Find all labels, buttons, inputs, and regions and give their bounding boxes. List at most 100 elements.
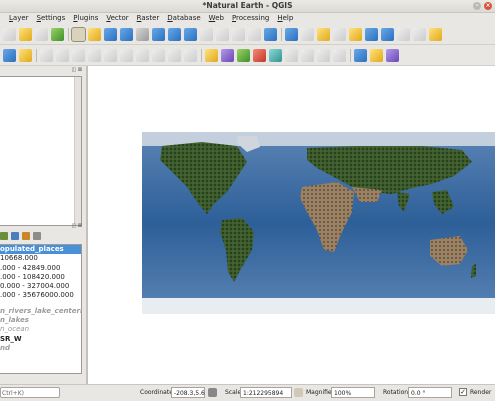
antarctica (142, 298, 495, 314)
plugin-globe-icon[interactable] (354, 48, 367, 62)
zoom-next-icon[interactable] (216, 27, 229, 41)
statusbar: Ctrl+K) Coordinate -208.3,5.6 Scale 1:21… (0, 384, 495, 401)
zoom-out-icon[interactable] (120, 27, 133, 41)
minimize-icon[interactable]: – (473, 2, 481, 10)
manage-map-themes-icon[interactable] (11, 232, 19, 240)
locator-search-input[interactable]: Ctrl+K) (0, 387, 60, 398)
coordinate-field[interactable]: -208.3,5.6 (171, 387, 205, 398)
layer-item-land[interactable]: nd (0, 344, 81, 353)
save-edits-icon[interactable] (40, 48, 53, 62)
expand-all-icon[interactable] (33, 232, 41, 240)
layers-dock-controls[interactable]: ◫ ⊠ (71, 223, 82, 229)
cut-features-icon[interactable] (120, 48, 133, 62)
copy-features-icon[interactable] (136, 48, 149, 62)
legend-class-2[interactable]: .000 - 42849.000 (0, 264, 81, 273)
zoom-native-icon[interactable] (136, 27, 149, 41)
legend-class-4[interactable]: 0.000 - 327004.000 (0, 282, 81, 291)
plugin-icon[interactable] (386, 48, 399, 62)
deselect-icon[interactable] (349, 27, 362, 41)
window-title: *Natural Earth - QGIS (202, 1, 293, 10)
pan-to-selection-icon[interactable] (88, 27, 101, 41)
current-edits-icon[interactable] (3, 48, 16, 62)
print-layout-icon[interactable] (35, 27, 48, 41)
left-dock-panel: ◫ ⊠ ◫ ⊠ opulated_places 10668.000 .000 -… (0, 66, 87, 384)
legend-class-3[interactable]: .000 - 108420.000 (0, 273, 81, 282)
menu-processing[interactable]: Processing (228, 12, 273, 24)
render-checkbox[interactable]: ✓ (459, 388, 467, 396)
action-icon[interactable] (301, 27, 314, 41)
move-feature-icon[interactable] (72, 48, 85, 62)
style-manager-icon[interactable] (51, 27, 64, 41)
menu-layer[interactable]: Layer (5, 12, 33, 24)
magnifier-field[interactable]: 100% (331, 387, 375, 398)
layer-item-raster[interactable]: SR_W (0, 335, 81, 344)
add-group-icon[interactable] (0, 232, 8, 240)
layer-item-rivers[interactable]: n_rivers_lake_centerli... (0, 307, 81, 316)
render-label: Render (470, 389, 492, 396)
new-project-icon[interactable] (3, 27, 16, 41)
new-map-view-icon[interactable] (232, 27, 245, 41)
menu-settings[interactable]: Settings (33, 12, 70, 24)
annotation-icon[interactable] (429, 27, 442, 41)
menu-vector[interactable]: Vector (102, 12, 132, 24)
paste-features-icon[interactable] (152, 48, 165, 62)
identify-icon[interactable] (285, 27, 298, 41)
world-map[interactable] (142, 132, 495, 314)
map-canvas[interactable] (87, 66, 495, 384)
zoom-selection-icon[interactable] (168, 27, 181, 41)
redo-icon[interactable] (184, 48, 197, 62)
zoom-layer-icon[interactable] (184, 27, 197, 41)
pan-hand-icon[interactable] (71, 26, 86, 42)
statistics-sum-icon[interactable] (397, 27, 410, 41)
legend-class-5[interactable]: .000 - 35676000.000 (0, 291, 81, 300)
select-by-expression-icon[interactable] (333, 27, 346, 41)
attribute-table-icon[interactable] (365, 27, 378, 41)
bookmark-icon[interactable] (248, 27, 261, 41)
layer-item-lakes[interactable]: n_lakes (0, 316, 81, 325)
refresh-icon[interactable] (264, 27, 277, 41)
open-project-icon[interactable] (19, 27, 32, 41)
vertex-tool-icon[interactable] (88, 48, 101, 62)
label-options-icon[interactable] (333, 48, 346, 62)
zoom-in-icon[interactable] (104, 27, 117, 41)
processing-toolbox-icon[interactable] (381, 27, 394, 41)
browser-dock-controls[interactable]: ◫ ⊠ (71, 67, 82, 73)
menu-web[interactable]: Web (205, 12, 228, 24)
layer-item-populated-places[interactable]: opulated_places (0, 245, 81, 255)
zoom-last-icon[interactable] (200, 27, 213, 41)
filter-legend-icon[interactable] (22, 232, 30, 240)
undo-icon[interactable] (168, 48, 181, 62)
change-label-icon[interactable] (301, 48, 314, 62)
show-hide-labels-icon[interactable] (253, 48, 266, 62)
browser-scrollbar[interactable] (74, 77, 81, 225)
rotation-field[interactable]: 0.0 ° (408, 387, 452, 398)
measure-icon[interactable] (413, 27, 426, 41)
menu-help[interactable]: Help (273, 12, 297, 24)
diagram-icon[interactable] (317, 48, 330, 62)
mouse-coordinate-icon[interactable] (208, 388, 217, 397)
menu-plugins[interactable]: Plugins (69, 12, 102, 24)
lock-scale-icon[interactable] (294, 388, 303, 397)
select-features-icon[interactable] (317, 27, 330, 41)
label-tool-icon[interactable] (205, 48, 218, 62)
menubar: Layer Settings Plugins Vector Raster Dat… (0, 12, 495, 24)
pin-labels-icon[interactable] (237, 48, 250, 62)
delete-selected-icon[interactable] (104, 48, 117, 62)
layer-item-ocean[interactable]: n_ocean (0, 325, 81, 334)
legend-class-1[interactable]: 10668.000 (0, 254, 81, 263)
python-console-icon[interactable] (370, 48, 383, 62)
menu-raster[interactable]: Raster (133, 12, 164, 24)
browser-panel[interactable] (0, 76, 82, 226)
separator (36, 48, 37, 62)
close-icon[interactable]: × (484, 2, 492, 10)
toggle-editing-icon[interactable] (19, 48, 32, 62)
add-feature-icon[interactable] (56, 48, 69, 62)
zoom-full-icon[interactable] (152, 27, 165, 41)
scale-field[interactable]: 1:212295894 (240, 387, 292, 398)
layers-panel[interactable]: opulated_places 10668.000 .000 - 42849.0… (0, 244, 82, 374)
scale-label: Scale (225, 389, 242, 396)
menu-database[interactable]: Database (163, 12, 204, 24)
move-label-icon[interactable] (269, 48, 282, 62)
layer-labeling-icon[interactable] (221, 48, 234, 62)
rotate-label-icon[interactable] (285, 48, 298, 62)
